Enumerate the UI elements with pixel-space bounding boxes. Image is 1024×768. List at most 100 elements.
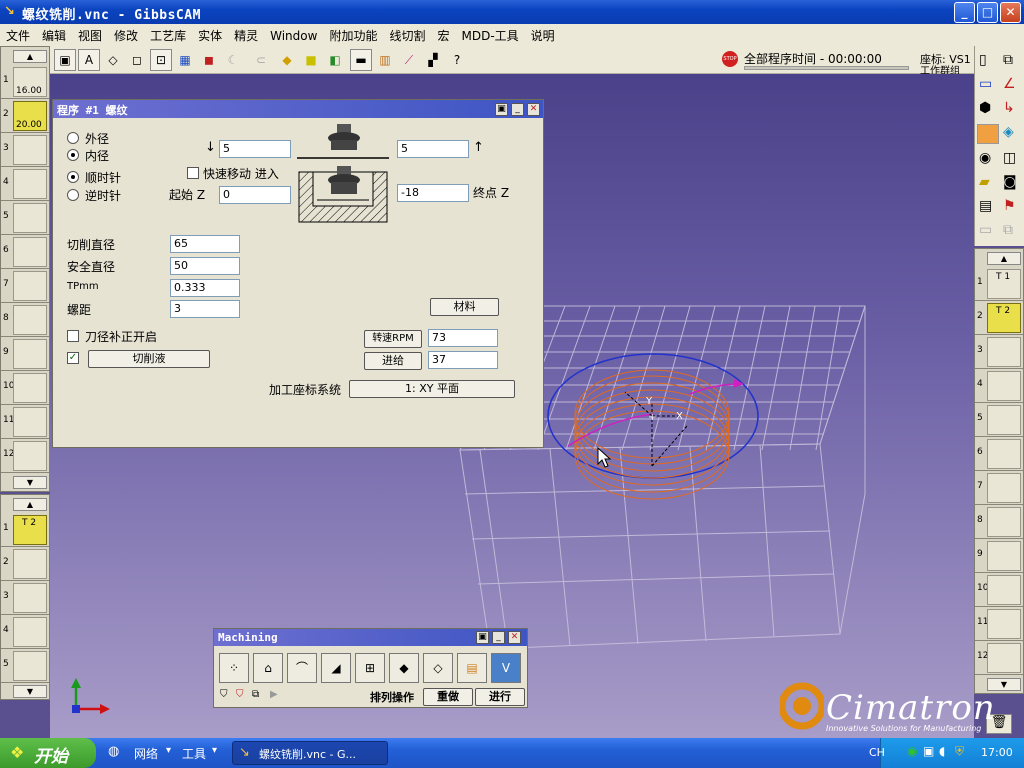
- network-toolbar[interactable]: 网络: [134, 745, 158, 762]
- geometry-icon[interactable]: ▣: [54, 49, 76, 71]
- menu-wizard[interactable]: 精灵: [228, 24, 264, 44]
- menu-macro[interactable]: 宏: [431, 24, 455, 44]
- menu-help[interactable]: 说明: [525, 24, 561, 44]
- right-op-slot[interactable]: 1 T 1: [975, 267, 1023, 301]
- surface-process-icon[interactable]: ◆: [389, 653, 419, 683]
- coolant-checkbox[interactable]: ✓: [67, 352, 79, 364]
- green-solid-icon[interactable]: ◧: [324, 49, 346, 71]
- tool-slot-selected[interactable]: 2 20.00: [1, 99, 49, 133]
- security-tray-icon[interactable]: ⛨: [955, 744, 964, 759]
- tool-slot[interactable]: 7: [1, 269, 49, 303]
- drill-process-icon[interactable]: ⁘: [219, 653, 249, 683]
- text-icon[interactable]: A: [78, 49, 100, 71]
- menu-window[interactable]: Window: [264, 26, 323, 43]
- cube-wire-icon[interactable]: ◻: [126, 49, 148, 71]
- axis-icon[interactable]: ↳: [1003, 100, 1015, 116]
- tool-slot[interactable]: 5: [1, 201, 49, 235]
- machining-minimize-button[interactable]: _: [492, 631, 505, 644]
- right-op-slot[interactable]: 11: [975, 607, 1023, 641]
- render-icon[interactable]: ▥: [374, 49, 396, 71]
- tpmm-field[interactable]: 0.333: [170, 279, 240, 297]
- solid-icon[interactable]: ◼: [198, 49, 220, 71]
- help-pointer-icon[interactable]: ?: [446, 49, 468, 71]
- tool-slot[interactable]: 6: [1, 235, 49, 269]
- link-icon[interactable]: ⊂: [250, 49, 272, 71]
- inner-radio[interactable]: [67, 149, 79, 161]
- start-z-field[interactable]: 0: [219, 186, 291, 204]
- network-tray-icon[interactable]: ◉: [907, 744, 917, 758]
- tool-slot[interactable]: 8: [1, 303, 49, 337]
- cube-icon[interactable]: ◇: [102, 49, 124, 71]
- ccw-radio[interactable]: [67, 189, 79, 201]
- menu-view[interactable]: 视图: [72, 24, 108, 44]
- rough-process-icon[interactable]: ◇: [423, 653, 453, 683]
- camera-icon[interactable]: ◙: [1003, 174, 1017, 190]
- small-tool-icon[interactable]: ⛉: [220, 689, 228, 700]
- cut-icon[interactable]: ⟋: [398, 49, 420, 71]
- tool-list-up-button[interactable]: ▲: [13, 50, 47, 63]
- tool-slot[interactable]: 4: [1, 167, 49, 201]
- process-icon[interactable]: ▞: [422, 49, 444, 71]
- box-icon[interactable]: ◫: [1003, 150, 1016, 166]
- right-op-slot[interactable]: 8: [975, 505, 1023, 539]
- snap-point-icon[interactable]: ⊡: [150, 49, 172, 71]
- network-dropdown-icon[interactable]: ▾: [166, 745, 171, 756]
- menu-solids[interactable]: 实体: [192, 24, 228, 44]
- pocket-process-icon[interactable]: ⌂: [253, 653, 283, 683]
- material-button[interactable]: 材料: [430, 298, 499, 316]
- surface-icon[interactable]: ◈: [1003, 124, 1014, 140]
- machining-pin-icon[interactable]: ▣: [476, 631, 489, 644]
- run-button[interactable]: 进行: [475, 688, 525, 706]
- operation-slot[interactable]: 3: [1, 581, 49, 615]
- stock-icon[interactable]: ◆: [276, 49, 298, 71]
- 3d-process-icon[interactable]: ▤: [457, 653, 487, 683]
- thread-process-icon[interactable]: ⊞: [355, 653, 385, 683]
- doc-check-icon[interactable]: ▤: [979, 198, 992, 214]
- eye-icon[interactable]: ◉: [979, 150, 991, 166]
- contour-icon[interactable]: [977, 124, 999, 144]
- tools-dropdown-icon[interactable]: ▾: [212, 745, 217, 756]
- dialog-pin-icon[interactable]: ▣: [495, 103, 508, 116]
- tool-slot[interactable]: 12: [1, 439, 49, 473]
- minimize-button[interactable]: _: [954, 2, 975, 23]
- cut-diameter-field[interactable]: 65: [170, 235, 240, 253]
- contour-process-icon[interactable]: ⌒: [287, 653, 317, 683]
- operation-slot[interactable]: 2: [1, 547, 49, 581]
- language-indicator[interactable]: CH: [869, 746, 885, 759]
- safe-diameter-field[interactable]: 50: [170, 257, 240, 275]
- shape-icon[interactable]: ☾: [222, 49, 244, 71]
- grid-icon[interactable]: ▦: [174, 49, 196, 71]
- rpm-field[interactable]: 73: [428, 329, 498, 347]
- tool-path-icon[interactable]: ▬: [350, 49, 372, 71]
- app-icon[interactable]: ↘: [4, 4, 15, 19]
- tool-slot[interactable]: 1 16.00: [1, 65, 49, 99]
- verify-process-icon[interactable]: V: [491, 653, 521, 683]
- coordinate-system-button[interactable]: 1: XY 平面: [349, 380, 515, 398]
- right-op-slot[interactable]: 10: [975, 573, 1023, 607]
- feed-field[interactable]: 37: [428, 351, 498, 369]
- op-list-down-button[interactable]: ▼: [13, 685, 47, 698]
- small-delete-icon[interactable]: ⛉: [236, 689, 244, 700]
- rpm-button[interactable]: 转速RPM: [364, 330, 422, 348]
- cw-radio[interactable]: [67, 171, 79, 183]
- operation-slot[interactable]: 5: [1, 649, 49, 683]
- right-op-slot[interactable]: 12: [975, 641, 1023, 675]
- right-list-up-button[interactable]: ▲: [987, 252, 1021, 265]
- outer-radio[interactable]: [67, 132, 79, 144]
- start-button[interactable]: ❖ 开始: [0, 738, 96, 768]
- right-op-slot[interactable]: 4: [975, 369, 1023, 403]
- tool-slot[interactable]: 9: [1, 337, 49, 371]
- menu-modify[interactable]: 修改: [108, 24, 144, 44]
- tools-toolbar[interactable]: 工具: [182, 745, 206, 762]
- operation-slot[interactable]: 4: [1, 615, 49, 649]
- small-play-icon[interactable]: ▶: [270, 689, 278, 700]
- feed-button[interactable]: 进给: [364, 352, 422, 370]
- maximize-button[interactable]: □: [977, 2, 998, 23]
- right-op-slot[interactable]: 7: [975, 471, 1023, 505]
- new-document-icon[interactable]: ▯: [979, 52, 987, 68]
- copy-icon[interactable]: ⧉: [1003, 52, 1013, 68]
- down-clearance-field[interactable]: 5: [219, 140, 291, 158]
- cutter-comp-checkbox[interactable]: [67, 330, 79, 342]
- tool-slot[interactable]: 10: [1, 371, 49, 405]
- rectangle-icon[interactable]: ▭: [979, 76, 992, 92]
